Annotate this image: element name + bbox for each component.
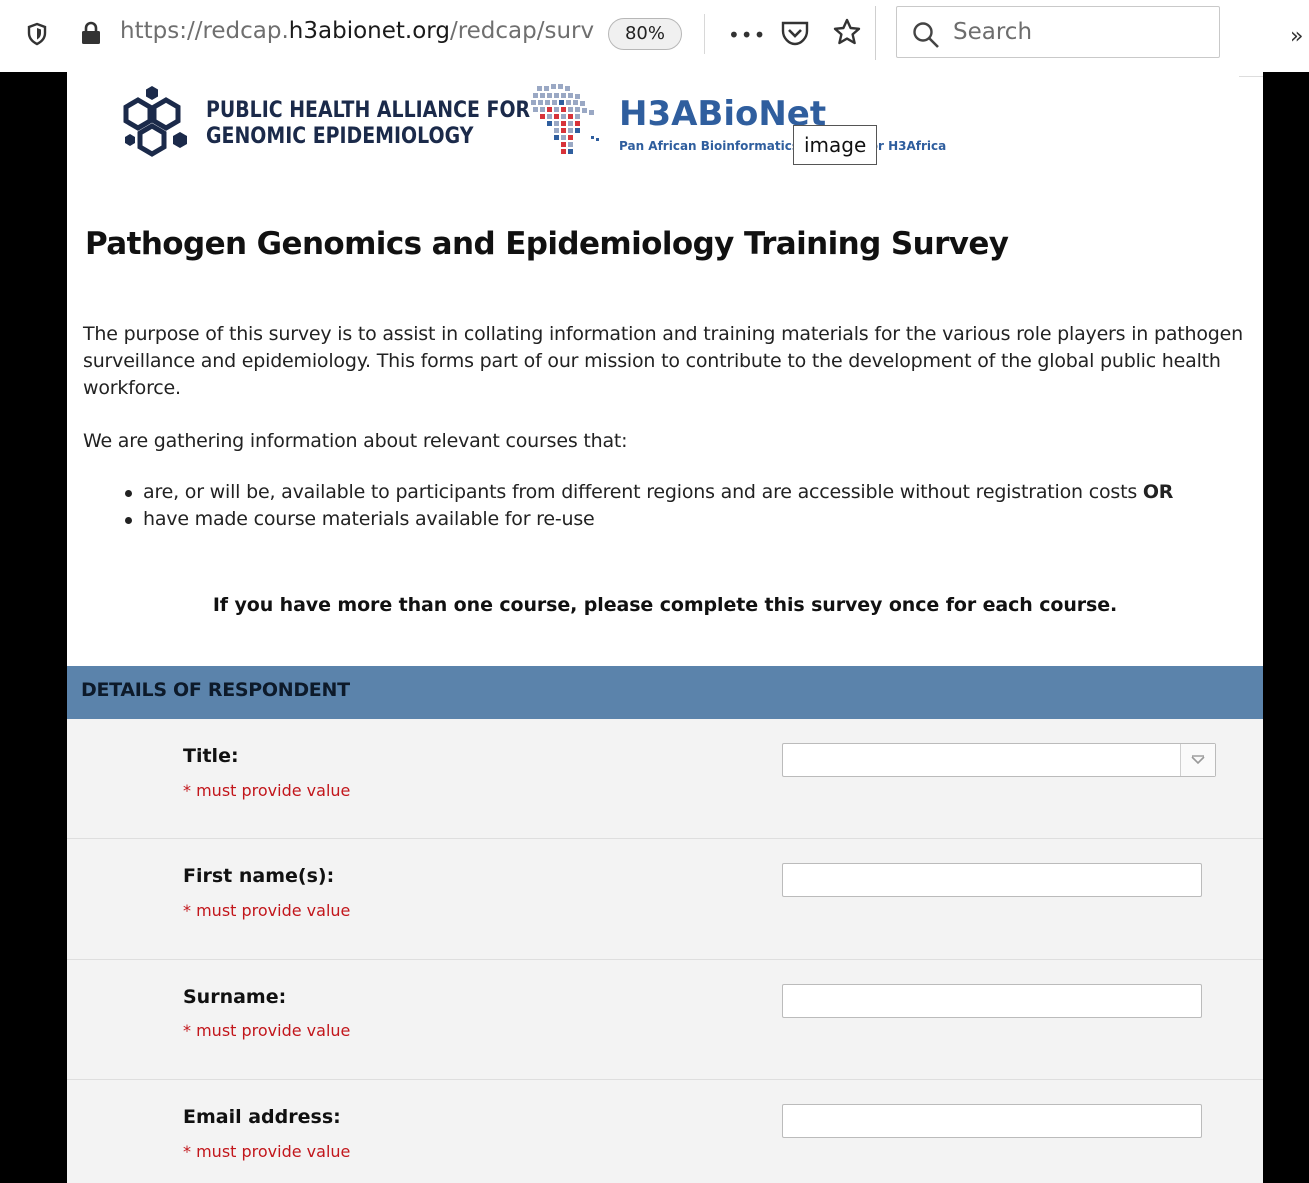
survey-title: Pathogen Genomics and Epidemiology Train… [85,226,1009,262]
required-note-email: * must provide value [183,1142,351,1161]
bookmark-star-icon[interactable] [832,17,862,51]
shield-icon[interactable] [26,22,48,50]
africa-map-icon [529,80,609,164]
form-row-title: Title: * must provide value [67,719,1263,839]
survey-gathering-text: We are gathering information about relev… [83,430,628,452]
scroll-hint [1239,72,1263,77]
required-note-title: * must provide value [183,781,351,800]
form-row-first-name: First name(s): * must provide value [67,839,1263,960]
criteria-list: are, or will be, available to participan… [124,479,1173,533]
survey-intro-text: The purpose of this survey is to assist … [83,323,1243,399]
surname-input[interactable] [782,984,1202,1018]
survey-page: PUBLIC HEALTH ALLIANCE FOR GENOMIC EPIDE… [67,72,1263,1183]
pha4ge-logo-icon [122,84,198,168]
survey-note: If you have more than one course, please… [212,594,1118,616]
chevron-down-icon[interactable] [1180,744,1215,776]
toolbar-overflow-icon[interactable]: » [1290,24,1303,49]
browser-search-box[interactable]: Search [896,6,1220,58]
browser-toolbar: https://redcap.h3abionet.org/redcap/surv… [0,0,1309,72]
field-label-surname: Surname: [183,986,287,1008]
required-note-first-name: * must provide value [183,901,351,920]
title-select[interactable] [782,743,1216,777]
section-header-respondent: DETAILS OF RESPONDENT [67,666,1263,719]
field-label-email: Email address: [183,1106,341,1128]
email-input[interactable] [782,1104,1202,1138]
criteria-item: are, or will be, available to participan… [124,479,1173,506]
required-note-surname: * must provide value [183,1021,351,1040]
search-placeholder: Search [953,19,1033,45]
field-label-title: Title: [183,745,239,767]
url-bar-text[interactable]: https://redcap.h3abionet.org/redcap/surv [120,18,598,44]
form-row-surname: Surname: * must provide value [67,960,1263,1080]
pha4ge-logo-text: PUBLIC HEALTH ALLIANCE FOR GENOMIC EPIDE… [206,98,531,149]
search-icon [911,20,941,54]
url-bar-edge [875,6,876,60]
image-tooltip: image [793,125,878,165]
page-actions-more-icon[interactable]: ••• [728,25,766,45]
h3abionet-logo-subtitle: Pan African Bioinformatics Network for H… [619,139,947,153]
lock-icon[interactable] [80,21,102,49]
first-name-input[interactable] [782,863,1202,897]
toolbar-divider [704,14,705,54]
zoom-level-badge[interactable]: 80% [608,18,682,50]
criteria-item: have made course materials available for… [124,506,1173,533]
form-row-email: Email address: * must provide value [67,1080,1263,1183]
pocket-icon[interactable] [780,19,810,51]
field-label-first-name: First name(s): [183,865,335,887]
